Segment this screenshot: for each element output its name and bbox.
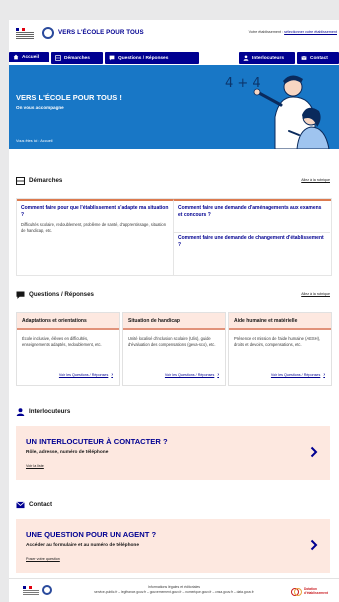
etablissement-link[interactable]: sélectionner votre établissement xyxy=(284,30,337,34)
document-icon xyxy=(16,177,25,185)
qr-card-link[interactable]: Voir les Questions / Réponses › xyxy=(59,372,113,378)
interlocuteurs-section-header: Interlocuteurs xyxy=(16,407,336,419)
chat-icon xyxy=(109,55,115,61)
tab-label: Questions / Réponses xyxy=(118,55,169,61)
hero-banner: VERS L'ÉCOLE POUR TOUS ! On vous accompa… xyxy=(9,65,339,149)
cta-subtitle: Rôle, adresse, numéro de téléphone xyxy=(26,450,109,455)
tab-contact[interactable]: Contact xyxy=(297,52,339,64)
demarche-item[interactable]: Comment faire une demande de changement … xyxy=(178,235,326,249)
demarche-description: Difficultés scolaire, redoublement, prob… xyxy=(21,222,166,233)
hero-title: VERS L'ÉCOLE POUR TOUS ! xyxy=(16,93,122,102)
qr-section-header: Questions / Réponses Allez à la rubrique xyxy=(16,290,336,302)
hero-subtitle: On vous accompagne xyxy=(16,105,64,110)
cta-link[interactable]: Poser votre question xyxy=(26,557,60,561)
chalkboard-text: 4 + 4 xyxy=(225,76,261,91)
qr-card-link-label: Voir les Questions / Réponses xyxy=(270,373,321,377)
partner-line2: d'établissement xyxy=(304,591,328,595)
marianne-icon xyxy=(16,32,34,39)
demarches-col-right: Comment faire une demande d'aménagements… xyxy=(174,199,331,275)
demarches-section-header: Démarches Allez à la rubrique xyxy=(16,176,336,188)
main-nav: Accueil Démarches Questions / Réponses I… xyxy=(9,52,339,65)
chat-icon xyxy=(16,291,25,299)
chevron-right-icon: › xyxy=(111,372,113,378)
qr-card-link-label: Voir les Questions / Réponses xyxy=(164,373,215,377)
see-all-link[interactable]: Allez à la rubrique xyxy=(301,292,330,296)
qr-card-title: Adaptations et orientations xyxy=(17,313,119,330)
user-icon xyxy=(16,408,25,416)
section-title: Contact xyxy=(29,501,53,508)
page: VERS L'ÉCOLE POUR TOUS Votre établisseme… xyxy=(9,20,339,602)
qr-card-body: Présence et mission de l'aide humaine (A… xyxy=(234,336,321,347)
user-icon xyxy=(243,55,249,61)
partner-logo[interactable]: Dotation d'établissement xyxy=(291,587,333,597)
cta-link[interactable]: Voir la liste xyxy=(26,464,44,468)
mail-icon xyxy=(301,56,307,60)
cta-title: UN INTERLOCUTEUR À CONTACTER ? xyxy=(26,437,168,446)
partner-logo-icon xyxy=(291,588,302,596)
document-icon xyxy=(55,55,61,61)
breadcrumb: Vous êtes ici : Accueil xyxy=(16,139,53,143)
site-title[interactable]: VERS L'ÉCOLE POUR TOUS xyxy=(58,29,144,36)
demarches-grid: Comment faire pour que l'établissement s… xyxy=(16,198,332,276)
etablissement-selector: Votre établissement : sélectionner votre… xyxy=(249,30,337,34)
qr-card[interactable]: Adaptations et orientations École inclus… xyxy=(16,312,120,386)
site-header: VERS L'ÉCOLE POUR TOUS Votre établisseme… xyxy=(9,20,339,50)
seal-icon xyxy=(42,27,54,39)
tab-label: Démarches xyxy=(64,55,90,61)
cta-title: UNE QUESTION POUR UN AGENT ? xyxy=(26,530,157,539)
chevron-right-icon[interactable] xyxy=(310,539,318,551)
tab-accueil[interactable]: Accueil xyxy=(9,52,49,64)
demarche-question[interactable]: Comment faire une demande d'aménagements… xyxy=(178,205,326,219)
contact-cta[interactable]: UNE QUESTION POUR UN AGENT ? Accéder au … xyxy=(16,519,330,573)
qr-card-title: Situation de handicap xyxy=(123,313,225,330)
tab-interlocuteurs[interactable]: Interlocuteurs xyxy=(239,52,295,64)
demarche-item[interactable]: Comment faire une demande d'aménagements… xyxy=(178,205,326,219)
qr-card-link-label: Voir les Questions / Réponses xyxy=(58,373,109,377)
section-title: Questions / Réponses xyxy=(29,291,94,298)
qr-card-body: École inclusive, élèves en difficultés, … xyxy=(22,336,102,347)
demarche-question[interactable]: Comment faire pour que l'établissement s… xyxy=(21,205,169,219)
see-all-link[interactable]: Allez à la rubrique xyxy=(301,178,330,182)
demarche-question[interactable]: Comment faire une demande de changement … xyxy=(178,235,326,249)
partner-logo-text: Dotation d'établissement xyxy=(304,587,328,595)
chevron-right-icon: › xyxy=(323,372,325,378)
tab-demarches[interactable]: Démarches xyxy=(51,52,103,64)
hero-illustration: 4 + 4 xyxy=(225,75,330,149)
qr-card-body: Unité localisé d'inclusion scolaire (Uli… xyxy=(128,336,216,347)
site-footer: Informations légales et éditoriales serv… xyxy=(9,578,339,602)
home-icon xyxy=(13,54,19,60)
contact-section-header: Contact xyxy=(16,500,336,512)
section-title: Interlocuteurs xyxy=(29,408,71,415)
demarches-col-left: Comment faire pour que l'établissement s… xyxy=(17,199,174,275)
interlocuteur-cta[interactable]: UN INTERLOCUTEUR À CONTACTER ? Rôle, adr… xyxy=(16,426,330,480)
footer-links[interactable]: service-public.fr – legifrance.gouv.fr –… xyxy=(9,590,339,594)
republique-francaise-logo[interactable] xyxy=(16,26,56,42)
qr-card-link[interactable]: Voir les Questions / Réponses › xyxy=(165,372,219,378)
divider xyxy=(174,232,330,233)
qr-card-link[interactable]: Voir les Questions / Réponses › xyxy=(271,372,325,378)
tab-label: Interlocuteurs xyxy=(252,55,284,61)
tab-label: Contact xyxy=(310,55,328,61)
tab-questions-reponses[interactable]: Questions / Réponses xyxy=(105,52,199,64)
qr-card-title: Aide humaine et matérielle xyxy=(229,313,331,330)
section-title: Démarches xyxy=(29,177,63,184)
demarche-item[interactable]: Comment faire pour que l'établissement s… xyxy=(21,205,169,234)
qr-card[interactable]: Aide humaine et matérielle Présence et m… xyxy=(228,312,332,386)
mail-icon xyxy=(16,501,25,509)
tab-label: Accueil xyxy=(22,54,40,60)
qr-card[interactable]: Situation de handicap Unité localisé d'i… xyxy=(122,312,226,386)
chevron-right-icon[interactable] xyxy=(310,446,318,458)
etablissement-label: Votre établissement : xyxy=(248,30,284,34)
chevron-right-icon: › xyxy=(217,372,219,378)
flag-icon xyxy=(16,28,25,31)
legal-info-link[interactable]: Informations légales et éditoriales xyxy=(9,585,339,589)
cta-subtitle: Accéder au formulaire et au numéro de té… xyxy=(26,543,140,548)
